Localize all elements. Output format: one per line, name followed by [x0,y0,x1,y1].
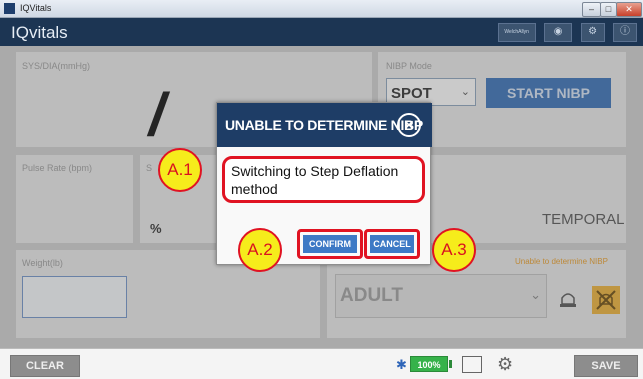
bluetooth-icon: ✱ [396,357,407,372]
info-icon[interactable]: ⓘ [613,23,637,42]
dialog-header: UNABLE TO DETERMINE NIBP ✕ [217,103,432,147]
footer-bar: CLEAR ✱ 100% ⚙ SAVE [0,348,643,379]
dialog-message: Switching to Step Deflation method [222,156,425,203]
callout-a1: A.1 [158,148,202,192]
confirm-button[interactable]: CONFIRM [303,235,357,253]
confirm-highlight: CONFIRM [297,229,363,259]
dialog-title: UNABLE TO DETERMINE NIBP [225,117,423,133]
clear-button[interactable]: CLEAR [10,355,80,377]
app-window-icon [4,3,15,14]
minimize-button[interactable]: – [582,2,601,17]
window-title: IQVitals [20,3,52,13]
callout-a2: A.2 [238,228,282,272]
window-title-bar: IQVitals – □ ✕ [0,0,643,18]
callout-a3: A.3 [432,228,476,272]
battery-tip [449,360,452,368]
close-icon[interactable]: ✕ [397,113,421,137]
save-button[interactable]: SAVE [574,355,638,377]
cancel-highlight: CANCEL [364,229,420,259]
gear-icon[interactable]: ⚙ [497,354,513,375]
battery-indicator: 100% [410,356,448,372]
close-window-button[interactable]: ✕ [616,2,642,17]
maximize-button[interactable]: □ [600,2,617,17]
app-header: IQvitals WelchAllyn ◉ ⚙ ⓘ [0,18,643,46]
folder-icon[interactable] [462,356,482,373]
settings-icon[interactable]: ⚙ [580,23,605,42]
cancel-button[interactable]: CANCEL [370,235,414,253]
alarm-icon[interactable]: ◉ [544,23,573,42]
brand-badge: WelchAllyn [497,23,536,42]
header-icons: WelchAllyn ◉ ⚙ ⓘ [494,23,637,42]
app-title: IQvitals [11,23,68,42]
